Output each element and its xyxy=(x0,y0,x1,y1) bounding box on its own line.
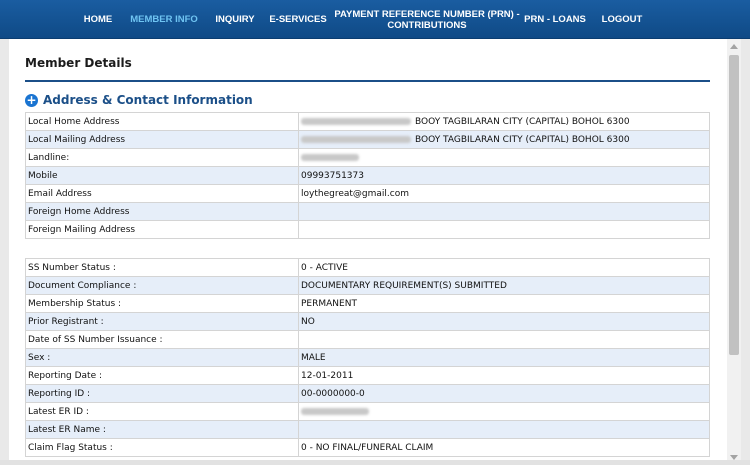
row-value: 0 - ACTIVE xyxy=(301,262,348,273)
table-row: Document Compliance : DOCUMENTARY REQUIRE… xyxy=(25,276,710,295)
row-label: Prior Registrant : xyxy=(25,312,299,331)
row-label: Membership Status : xyxy=(25,294,299,313)
row-value-cell xyxy=(298,420,710,439)
row-value: BOOY TAGBILARAN CITY (CAPITAL) BOHOL 630… xyxy=(415,134,630,145)
nav-prn-contributions[interactable]: PAYMENT REFERENCE NUMBER (PRN) - CONTRIB… xyxy=(334,0,519,39)
membership-status-table: SS Number Status :0 - ACTIVE Document Com… xyxy=(25,258,710,457)
table-row: Latest ER Name : xyxy=(25,420,710,439)
row-label: Landline: xyxy=(25,148,299,167)
row-value-cell xyxy=(298,402,710,421)
table-row: Claim Flag Status :0 - NO FINAL/FUNERAL … xyxy=(25,438,710,457)
row-value-cell: 12-01-2011 xyxy=(298,366,710,385)
row-value-cell xyxy=(298,148,710,167)
address-section-header[interactable]: + Address & Contact Information xyxy=(25,91,253,109)
row-value: 0 - NO FINAL/FUNERAL CLAIM xyxy=(301,442,434,453)
table-row: Reporting ID :00-0000000-0 xyxy=(25,384,710,403)
nav-eservices[interactable]: E-SERVICES xyxy=(268,0,328,39)
page-title: Member Details xyxy=(25,56,132,70)
table-row: Sex : MALE xyxy=(25,348,710,367)
row-label: Foreign Home Address xyxy=(25,202,299,221)
table-row: Foreign Mailing Address xyxy=(25,220,710,239)
row-value: MALE xyxy=(301,352,326,363)
row-label: Email Address xyxy=(25,184,299,203)
expand-plus-icon[interactable]: + xyxy=(25,93,38,107)
section-title: Address & Contact Information xyxy=(43,93,253,107)
row-value: 00-0000000-0 xyxy=(301,388,365,399)
nav-member-info[interactable]: MEMBER INFO xyxy=(128,0,200,39)
redacted-value xyxy=(301,135,411,143)
row-value: loythegreat@gmail.com xyxy=(301,188,409,199)
nav-prn-contributions-line2: CONTRIBUTIONS xyxy=(387,19,467,31)
table-row: Membership Status : PERMANENT xyxy=(25,294,710,313)
address-contact-table: Local Home Address BOOY TAGBILARAN CITY (… xyxy=(25,112,710,239)
title-divider xyxy=(25,80,710,82)
row-value-cell: PERMANENT xyxy=(298,294,710,313)
row-label: Document Compliance : xyxy=(25,276,299,295)
row-value: 09993751373 xyxy=(301,170,364,181)
row-value-cell: NO xyxy=(298,312,710,331)
table-row: Mobile 09993751373 xyxy=(25,166,710,185)
redacted-value xyxy=(301,117,411,125)
table-row: Date of SS Number Issuance : xyxy=(25,330,710,349)
row-label: Reporting Date : xyxy=(25,366,299,385)
row-value-cell: BOOY TAGBILARAN CITY (CAPITAL) BOHOL 630… xyxy=(298,130,710,149)
row-label: Reporting ID : xyxy=(25,384,299,403)
row-value-cell: 00-0000000-0 xyxy=(298,384,710,403)
table-row: Latest ER ID : xyxy=(25,402,710,421)
table-row: Landline: xyxy=(25,148,710,167)
row-label: Claim Flag Status : xyxy=(25,438,299,457)
row-value: NO xyxy=(301,316,315,327)
table-row: Prior Registrant : NO xyxy=(25,312,710,331)
row-value-cell xyxy=(298,202,710,221)
scroll-thumb[interactable] xyxy=(729,55,739,355)
nav-home[interactable]: HOME xyxy=(78,0,118,39)
row-value-cell: 0 - NO FINAL/FUNERAL CLAIM xyxy=(298,438,710,457)
row-value-cell: DOCUMENTARY REQUIREMENT(S) SUBMITTED xyxy=(298,276,710,295)
row-value: PERMANENT xyxy=(301,298,357,309)
nav-logout[interactable]: LOGOUT xyxy=(598,0,646,39)
nav-inquiry[interactable]: INQUIRY xyxy=(212,0,258,39)
row-label: Local Home Address xyxy=(25,112,299,131)
row-label: SS Number Status : xyxy=(25,258,299,277)
row-value-cell: loythegreat@gmail.com xyxy=(298,184,710,203)
row-value-cell: MALE xyxy=(298,348,710,367)
top-navbar: HOME MEMBER INFO INQUIRY E-SERVICES PAYM… xyxy=(0,0,750,39)
table-row: Foreign Home Address xyxy=(25,202,710,221)
table-row: Reporting Date :12-01-2011 xyxy=(25,366,710,385)
nav-prn-loans[interactable]: PRN - LOANS xyxy=(524,0,586,39)
redacted-value xyxy=(301,153,359,161)
table-row: Local Home Address BOOY TAGBILARAN CITY (… xyxy=(25,112,710,131)
table-row: Local Mailing Address BOOY TAGBILARAN CIT… xyxy=(25,130,710,149)
row-label: Latest ER Name : xyxy=(25,420,299,439)
row-value-cell: 0 - ACTIVE xyxy=(298,258,710,277)
table-row: SS Number Status :0 - ACTIVE xyxy=(25,258,710,277)
row-label: Foreign Mailing Address xyxy=(25,220,299,239)
row-value: DOCUMENTARY REQUIREMENT(S) SUBMITTED xyxy=(301,280,507,291)
row-value: 12-01-2011 xyxy=(301,370,354,381)
nav-prn-contributions-line1: PAYMENT REFERENCE NUMBER (PRN) - xyxy=(334,8,520,20)
row-label: Local Mailing Address xyxy=(25,130,299,149)
vertical-scrollbar[interactable] xyxy=(727,39,741,465)
row-label: Mobile xyxy=(25,166,299,185)
row-label: Date of SS Number Issuance : xyxy=(25,330,299,349)
horizontal-scroll-track xyxy=(0,460,750,465)
member-details-page: Member Details + Address & Contact Infor… xyxy=(9,39,727,465)
redacted-value xyxy=(301,407,369,415)
row-value-cell: 09993751373 xyxy=(298,166,710,185)
row-label: Latest ER ID : xyxy=(25,402,299,421)
scroll-up-icon[interactable] xyxy=(730,44,738,49)
row-value-cell: BOOY TAGBILARAN CITY (CAPITAL) BOHOL 630… xyxy=(298,112,710,131)
row-value-cell xyxy=(298,330,710,349)
table-row: Email Address loythegreat@gmail.com xyxy=(25,184,710,203)
row-value-cell xyxy=(298,220,710,239)
row-value: BOOY TAGBILARAN CITY (CAPITAL) BOHOL 630… xyxy=(415,116,630,127)
row-label: Sex : xyxy=(25,348,299,367)
